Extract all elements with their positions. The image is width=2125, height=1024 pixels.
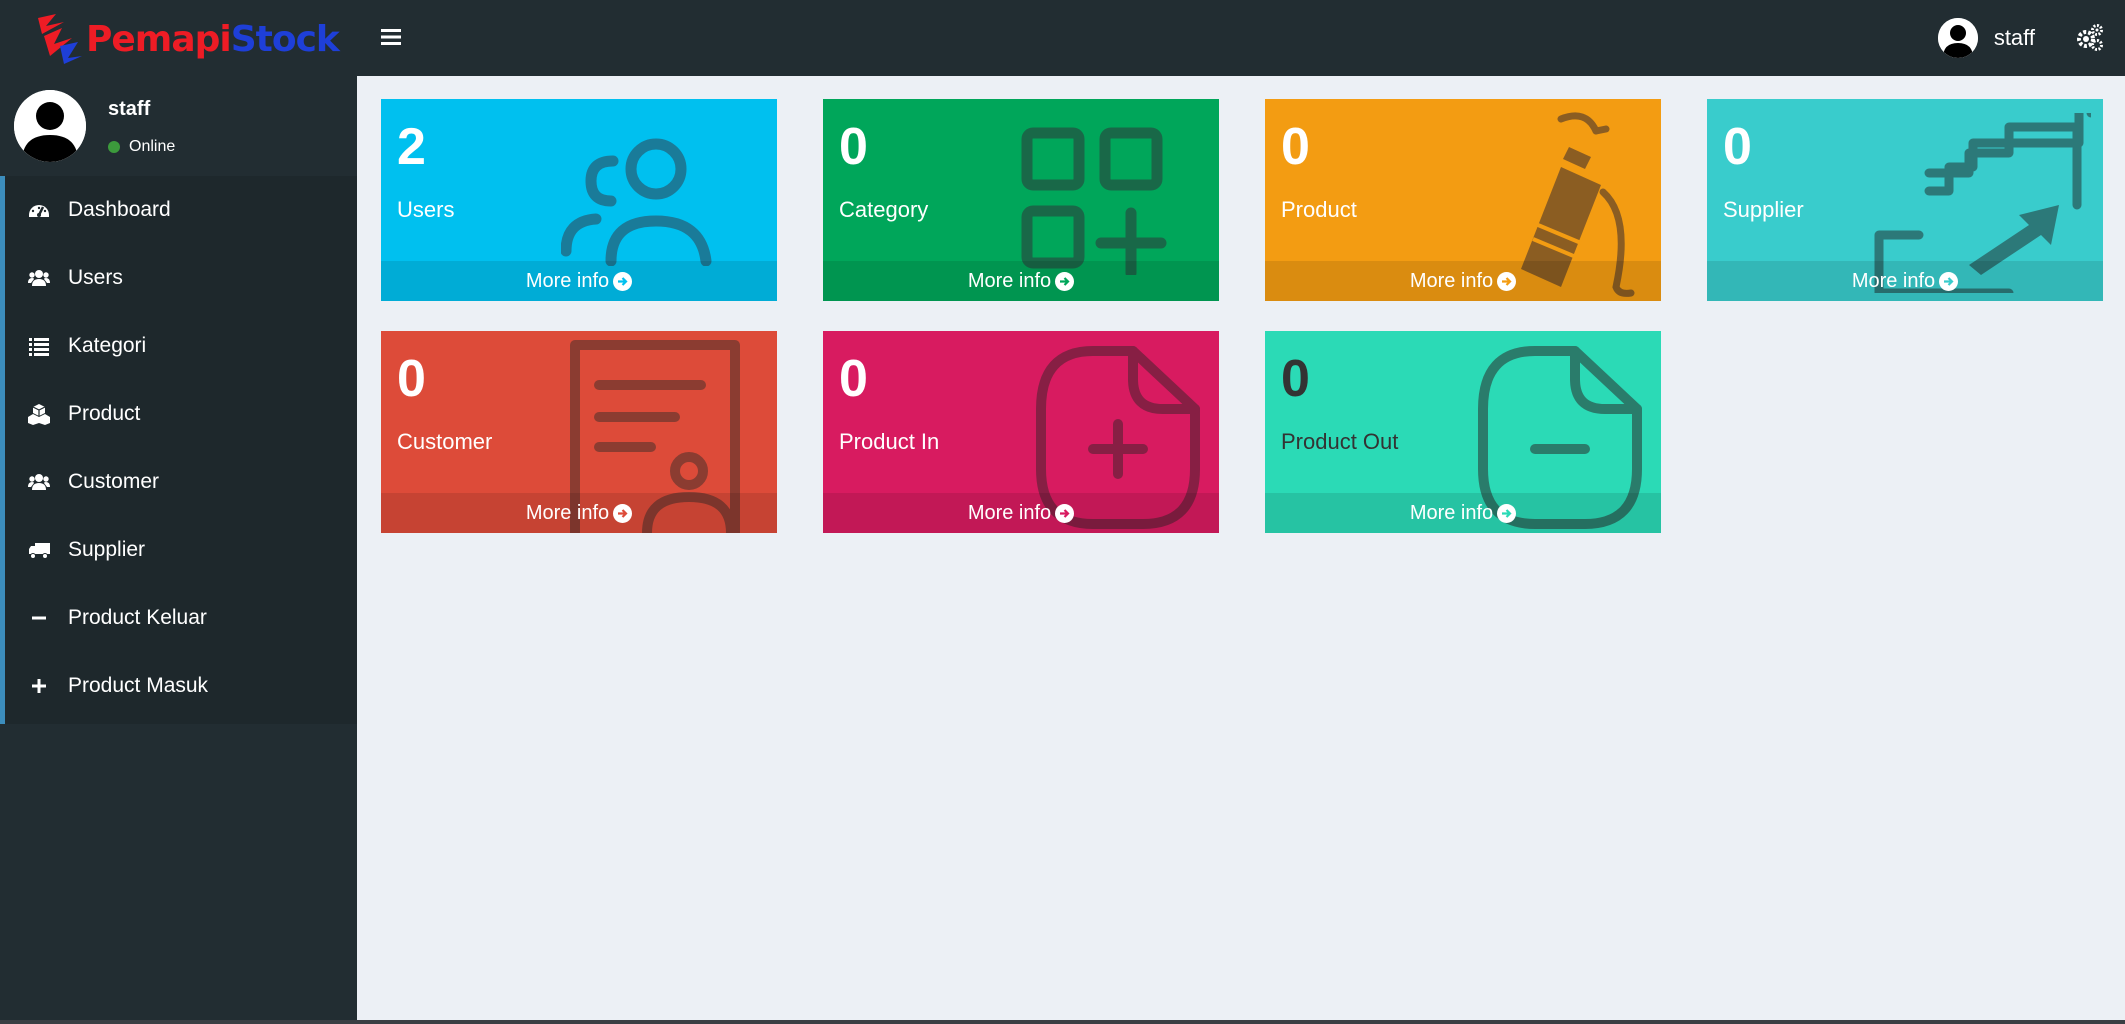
settings-button[interactable]: [2075, 22, 2105, 52]
window-bottom-edge: [0, 1020, 2125, 1024]
sidebar-item-product[interactable]: Product: [5, 380, 357, 448]
supplier-more-info-link[interactable]: More info: [1707, 261, 2103, 301]
more-info-label: More info: [967, 269, 1052, 292]
hamburger-icon: [381, 29, 401, 45]
pemapi-logo-icon: [38, 14, 82, 64]
category-more-info-link[interactable]: More info: [823, 261, 1219, 301]
customer-label: Customer: [397, 429, 493, 454]
sidebar-item-label: Customer: [68, 470, 160, 493]
category-count: 0: [839, 118, 868, 176]
dashboard-content: 2 Users More info 0 Category More info 0…: [357, 76, 2125, 1024]
plus-icon: [27, 674, 51, 698]
sidebar-item-users[interactable]: Users: [5, 244, 357, 312]
stat-box-category: 0 Category More info: [823, 99, 1219, 301]
product-more-info-link[interactable]: More info: [1265, 261, 1661, 301]
more-info-label: More info: [525, 269, 610, 292]
users-count: 2: [397, 118, 426, 176]
more-info-label: More info: [1409, 269, 1494, 292]
avatar: [1937, 18, 1978, 58]
avatar: [14, 90, 86, 162]
sidebar-item-product-keluar[interactable]: Product Keluar: [5, 584, 357, 652]
stat-box-product: 0 Product More info: [1265, 99, 1661, 301]
arrow-circle-right-icon: [1497, 271, 1517, 291]
sidebar-item-label: Supplier: [68, 538, 146, 561]
sidebar: staff Online Dashboard Users Kategori Pr…: [0, 76, 357, 1024]
users-more-info-link[interactable]: More info: [381, 261, 777, 301]
arrow-circle-right-icon: [1497, 503, 1517, 523]
product-in-more-info-link[interactable]: More info: [823, 493, 1219, 533]
stat-box-supplier: 0 Supplier More info: [1707, 99, 2103, 301]
status-label: Online: [129, 138, 176, 155]
truck-icon: [27, 538, 51, 562]
list-icon: [27, 334, 51, 358]
users-icon: [27, 470, 51, 494]
sidebar-item-label: Dashboard: [68, 198, 171, 221]
gears-icon: [2077, 24, 2103, 51]
product-label: Product: [1281, 197, 1357, 222]
stat-box-users: 2 Users More info: [381, 99, 777, 301]
product-in-label: Product In: [839, 429, 940, 454]
online-dot-icon: [108, 141, 120, 153]
customer-more-info-link[interactable]: More info: [381, 493, 777, 533]
sidebar-item-label: Product Keluar: [68, 606, 207, 629]
category-grid-icon: [1021, 127, 1167, 275]
more-info-label: More info: [1409, 501, 1494, 524]
sidebar-username: staff: [108, 98, 151, 120]
minus-icon: [27, 606, 51, 630]
arrow-circle-right-icon: [613, 503, 633, 523]
product-out-more-info-link[interactable]: More info: [1265, 493, 1661, 533]
sidebar-item-label: Users: [68, 266, 123, 289]
arrow-circle-right-icon: [613, 271, 633, 291]
brand-name-part2: Stock: [230, 18, 340, 60]
product-count: 0: [1281, 118, 1310, 176]
brand-name-part1: Pemapi: [86, 18, 232, 60]
online-status: Online: [108, 138, 175, 156]
more-info-label: More info: [967, 501, 1052, 524]
users-icon: [561, 138, 712, 266]
arrow-circle-right-icon: [1055, 271, 1075, 291]
supplier-label: Supplier: [1723, 197, 1804, 222]
cubes-icon: [27, 402, 51, 426]
sidebar-item-label: Kategori: [68, 334, 147, 357]
category-label: Category: [839, 197, 929, 222]
product-out-count: 0: [1281, 350, 1310, 408]
sidebar-item-dashboard[interactable]: Dashboard: [5, 176, 357, 244]
sidebar-toggle-button[interactable]: [378, 22, 404, 52]
more-info-label: More info: [1851, 269, 1936, 292]
arrow-circle-right-icon: [1939, 271, 1959, 291]
users-icon: [27, 266, 51, 290]
more-info-label: More info: [525, 501, 610, 524]
customer-count: 0: [397, 350, 426, 408]
topbar-username: staff: [1993, 25, 2035, 50]
arrow-circle-right-icon: [1055, 503, 1075, 523]
brand-name: PemapiStock: [86, 18, 340, 60]
stat-box-customer: 0 Customer More info: [381, 331, 777, 533]
stat-box-product-in: 0 Product In More info: [823, 331, 1219, 533]
sidebar-menu: Dashboard Users Kategori Product Custome…: [0, 176, 357, 724]
sidebar-item-label: Product Masuk: [68, 674, 209, 697]
dashboard-icon: [27, 198, 51, 222]
stat-box-product-out: 0 Product Out More info: [1265, 331, 1661, 533]
supplier-count: 0: [1723, 118, 1752, 176]
user-avatar-icon: [1937, 18, 1978, 58]
user-avatar-icon: [14, 90, 86, 162]
brand-logo[interactable]: PemapiStock: [34, 12, 354, 66]
product-out-label: Product Out: [1281, 429, 1399, 454]
sidebar-item-label: Product: [68, 402, 141, 425]
sidebar-item-customer[interactable]: Customer: [5, 448, 357, 516]
sidebar-item-supplier[interactable]: Supplier: [5, 516, 357, 584]
sidebar-item-kategori[interactable]: Kategori: [5, 312, 357, 380]
top-navbar: PemapiStock staff: [0, 0, 2125, 76]
product-in-count: 0: [839, 350, 868, 408]
sidebar-user-panel: staff Online: [0, 76, 357, 176]
sidebar-item-product-masuk[interactable]: Product Masuk: [5, 652, 357, 720]
user-menu[interactable]: staff: [1937, 18, 2035, 58]
users-label: Users: [397, 197, 455, 222]
